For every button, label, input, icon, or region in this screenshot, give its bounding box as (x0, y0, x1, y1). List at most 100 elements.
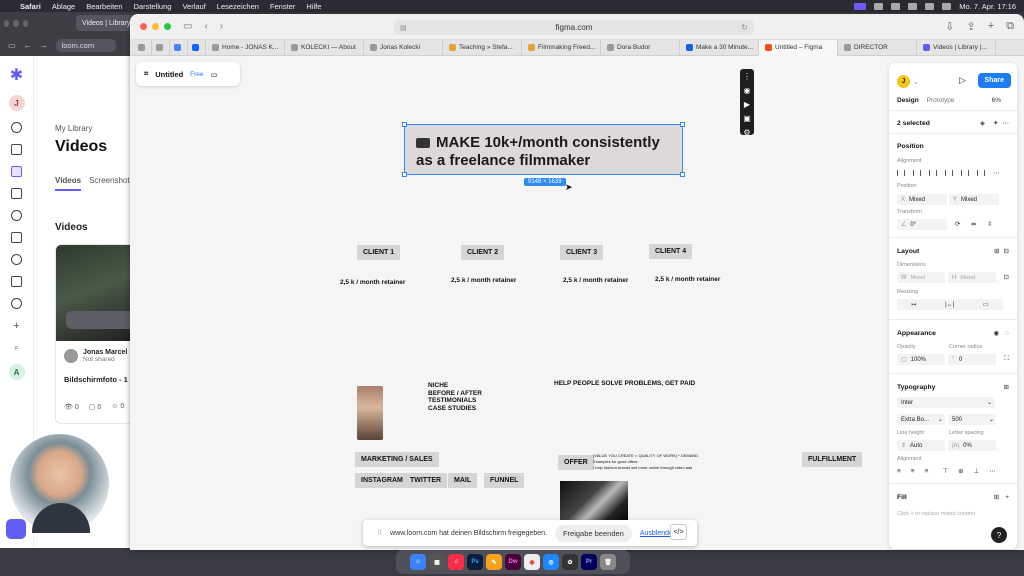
fulfillment-label[interactable]: FULFILLMENT (802, 452, 863, 467)
tab-sidebar[interactable] (134, 39, 152, 56)
independent-corners-icon[interactable]: ⛶ (1004, 355, 1009, 363)
client-4-label[interactable]: CLIENT 4 (649, 244, 693, 259)
loom-url-field[interactable]: loom.com (55, 38, 116, 52)
figma-canvas[interactable]: ⌗ Untitled Free ▭ ⋮ ◉ ▶ ▣ ⚙ MAKE 10k+/mo… (130, 57, 1024, 550)
text-align-left-icon[interactable]: ≡ (897, 468, 901, 475)
forward-arrow-icon[interactable]: → (40, 41, 48, 50)
visibility-eye-icon[interactable]: ◉ (993, 329, 999, 337)
share-icon[interactable]: ⇪ (966, 20, 975, 33)
flip-vertical-icon[interactable]: ⇳ (987, 220, 992, 228)
client-3-retainer[interactable]: 2,5 k / month retainer (563, 277, 628, 284)
client-2-label[interactable]: CLIENT 2 (461, 245, 505, 260)
drag-handle-icon[interactable]: ⋮ (743, 72, 751, 81)
loom-logo-icon[interactable]: ✱ (10, 68, 23, 84)
marketing-sales-label[interactable]: MARKETING / SALES (355, 452, 439, 467)
corner-radius-field[interactable]: ⌜ 0 (948, 354, 996, 365)
tab-design[interactable]: Design (897, 97, 919, 104)
tab-dora-budor[interactable]: Dora Budor (601, 39, 680, 56)
align-center-v-icon[interactable] (961, 170, 969, 176)
flip-horizontal-icon[interactable]: ⇹ (971, 220, 976, 228)
video-thumbnail[interactable] (56, 245, 140, 341)
fixed-width-icon[interactable]: ↦ (911, 301, 916, 308)
zoom-level[interactable]: 6% (992, 97, 1001, 104)
menu-verlauf[interactable]: Verlauf (182, 2, 205, 11)
resize-handle[interactable] (402, 122, 407, 127)
align-bottom-icon[interactable] (977, 170, 985, 176)
download-icon[interactable]: ⇩ (945, 20, 954, 33)
text-align-top-icon[interactable]: ⊤ (942, 467, 948, 475)
present-play-icon[interactable]: ▷ (959, 75, 966, 86)
add-fill-icon[interactable]: + (1005, 494, 1009, 501)
align-center-h-icon[interactable] (913, 170, 921, 176)
rotation-field[interactable]: ∠ 0° (897, 219, 947, 230)
search-icon[interactable]: ⌕ (14, 343, 18, 353)
rotate-icon[interactable]: ⟳ (955, 220, 960, 228)
zoom-window-button[interactable] (164, 23, 171, 30)
close-window-button[interactable] (140, 23, 147, 30)
new-tab-icon[interactable]: + (988, 20, 994, 33)
drag-handle-icon[interactable]: ⠿ (377, 529, 382, 537)
avatar[interactable]: J (8, 95, 25, 111)
sidebar-toggle-icon[interactable]: ▭ (183, 21, 192, 32)
funnel-label[interactable]: FUNNEL (484, 473, 525, 488)
search-icon[interactable] (925, 2, 935, 10)
home-icon[interactable] (11, 144, 22, 155)
figma-menu-icon[interactable]: ⌗ (144, 69, 148, 79)
hug-contents-icon[interactable]: |↔| (945, 302, 954, 308)
music-icon[interactable]: ♫ (448, 554, 464, 570)
avatar[interactable]: J (897, 75, 910, 88)
video-card[interactable]: Jonas Marcel Not shared Bildschirmfoto -… (55, 244, 140, 424)
menu-bearbeiten[interactable]: Bearbeiten (86, 2, 122, 11)
forward-arrow-icon[interactable]: › (220, 21, 223, 32)
boolean-icon[interactable]: ✦ (993, 119, 998, 127)
tab-meta[interactable] (188, 39, 206, 56)
text-align-bottom-icon[interactable]: ⊥ (974, 467, 980, 475)
camera-icon[interactable]: ◉ (744, 86, 751, 95)
library-icon[interactable] (11, 166, 22, 177)
add-user-icon[interactable] (11, 122, 22, 133)
window-icon[interactable]: ▣ (743, 114, 751, 123)
photoshop-icon[interactable]: Ps (467, 554, 483, 570)
tab-kolecki-about[interactable]: KOLECKI — About (285, 39, 364, 56)
client-3-label[interactable]: CLIENT 3 (560, 245, 604, 260)
settings-gear-icon[interactable]: ⚙ (743, 128, 750, 137)
reload-icon[interactable]: ↻ (741, 23, 748, 32)
client-1-label[interactable]: CLIENT 1 (357, 245, 401, 260)
share-button[interactable]: Share (977, 73, 1011, 88)
panel-toggle-icon[interactable]: ▭ (211, 70, 218, 79)
client-1-retainer[interactable]: 2,5 k / month retainer (340, 279, 405, 286)
resize-handle[interactable] (402, 172, 407, 177)
workspace-avatar[interactable]: A (8, 364, 25, 380)
resize-handle[interactable] (680, 122, 685, 127)
x-position-field[interactable]: X Mixed (897, 194, 947, 205)
control-center-icon[interactable] (942, 2, 952, 10)
menu-app-safari[interactable]: Safari (20, 2, 41, 11)
notifications-bell-icon[interactable] (11, 210, 22, 221)
width-field[interactable]: W Mixed (897, 272, 945, 283)
plan-badge[interactable]: Free (190, 71, 203, 78)
screen-share-icon[interactable] (854, 2, 867, 10)
more-align-icon[interactable]: ⋯ (993, 169, 1000, 177)
menubar-clock[interactable]: Mo. 7. Apr. 17:16 (959, 2, 1016, 11)
library-label[interactable]: My Library (55, 124, 92, 133)
minimize-window-button[interactable] (13, 19, 19, 27)
file-title[interactable]: Untitled (155, 70, 183, 79)
minimize-window-button[interactable] (152, 23, 159, 30)
text-align-middle-icon[interactable]: ⊕ (958, 467, 963, 475)
text-align-right-icon[interactable]: ≡ (925, 468, 929, 475)
trash-icon[interactable]: 🗑 (600, 554, 616, 570)
component-icon[interactable]: ◈ (980, 119, 985, 127)
tab-filmmaking[interactable]: Filmmaking Freed... (522, 39, 601, 56)
stop-sharing-button[interactable]: Freigabe beenden (554, 524, 632, 542)
text-styles-icon[interactable]: ⊞ (1004, 383, 1009, 391)
phone-video-image[interactable] (357, 386, 383, 440)
offer-notes[interactable]: (VALUE YOU CREATE × QUALITY OF WORK) * D… (593, 453, 698, 471)
height-field[interactable]: H Mixed (948, 272, 996, 283)
gift-icon[interactable] (11, 276, 22, 287)
loom-tray-icon[interactable] (874, 2, 884, 10)
tab-overview-icon[interactable]: ⧉ (1006, 20, 1014, 33)
instagram-label[interactable]: INSTAGRAM (355, 473, 409, 488)
menu-hilfe[interactable]: Hilfe (306, 2, 321, 11)
tab-loom-library[interactable]: Videos | Library |... (917, 39, 996, 56)
blend-mode-icon[interactable]: ◌ (1005, 330, 1009, 337)
